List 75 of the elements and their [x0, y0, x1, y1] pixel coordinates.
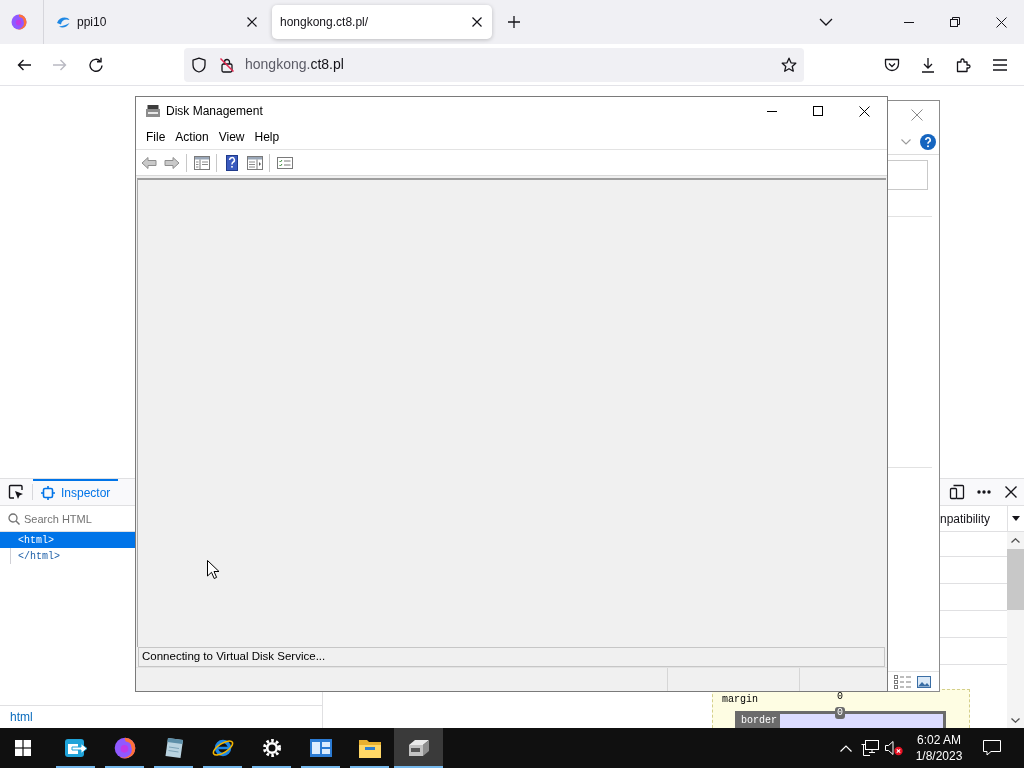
minimize-icon [904, 21, 914, 23]
menu-item[interactable]: Help [249, 126, 285, 148]
minimize-icon [767, 110, 777, 112]
window-card-icon [309, 739, 332, 757]
browser-tab[interactable]: ppi10 [46, 5, 262, 39]
gear-icon [261, 738, 282, 758]
chevron-down-icon [819, 18, 833, 26]
taskbar-button[interactable] [394, 728, 443, 768]
menu-item[interactable]: View [213, 126, 250, 148]
menu-item[interactable]: File [141, 126, 171, 148]
help-icon[interactable] [920, 133, 936, 150]
close-icon [472, 17, 482, 27]
chevron-up-icon [1011, 537, 1020, 543]
puzzle-icon [956, 56, 972, 73]
restore-icon [950, 17, 960, 27]
devices-icon [949, 484, 965, 500]
margin-value: 0 [837, 691, 843, 703]
dropdown-triangle-icon [1012, 516, 1020, 521]
star-icon[interactable] [781, 56, 797, 73]
browser-logo-icon [10, 14, 27, 30]
list-view-icon[interactable] [894, 674, 911, 689]
drive-icon [145, 104, 161, 118]
arrow-box-icon [63, 737, 88, 759]
chevron-down-icon[interactable] [901, 138, 911, 145]
clock-button[interactable]: 6:02 AM 1/8/2023 [906, 728, 972, 768]
markup-node[interactable]: <html> [0, 532, 135, 548]
plus-icon [507, 15, 521, 29]
cursor-square-icon [8, 484, 24, 500]
reload-icon [88, 56, 104, 73]
e-ring-icon [210, 737, 235, 759]
speaker-muted-icon [885, 740, 903, 756]
chevron-up-icon [840, 744, 852, 752]
status-message: Connecting to Virtual Disk Service... [138, 647, 885, 667]
border-value: 0 [835, 707, 845, 719]
address-field[interactable]: hongkong.ct8.pl [184, 47, 804, 82]
browser-tab[interactable]: hongkong.ct8.pl/ [272, 5, 492, 39]
pocket-icon [884, 57, 900, 72]
help-book-icon [225, 154, 238, 171]
drive-box-icon [407, 739, 430, 757]
window-title: Disk Management [166, 103, 263, 120]
close-icon [247, 17, 257, 27]
tree-pane-icon [193, 155, 210, 170]
monitor-icon [861, 740, 879, 756]
close-icon [858, 105, 870, 117]
download-icon [920, 56, 936, 73]
notebook-icon [163, 737, 184, 759]
menu-icon [992, 58, 1008, 71]
close-icon [911, 109, 923, 121]
close-icon [995, 16, 1007, 28]
breadcrumb-button[interactable]: html [6, 707, 37, 727]
margin-label: margin [722, 694, 758, 706]
search-icon [8, 512, 20, 525]
back-arrow-icon [140, 155, 157, 170]
shield-icon[interactable] [191, 56, 207, 73]
inspector-icon [41, 486, 55, 500]
search-field[interactable]: Search HTML [24, 507, 134, 530]
checklist-icon [276, 156, 293, 169]
speech-bubble-icon [983, 740, 1001, 756]
close-icon [1005, 486, 1017, 498]
sidebar-tab[interactable]: npatibility [939, 506, 990, 531]
picture-icon[interactable] [917, 675, 931, 688]
mouse-pointer-icon [207, 560, 219, 579]
menu-item[interactable]: Action [170, 126, 214, 148]
lock-slash-icon[interactable] [219, 56, 235, 73]
folder-icon [358, 738, 381, 758]
scrollbar-thumb[interactable] [1007, 549, 1024, 610]
ellipsis-icon [977, 490, 991, 494]
browser-logo-icon [113, 737, 136, 759]
chevron-down-icon [1011, 717, 1020, 723]
border-label: border [738, 714, 780, 728]
action-pane-icon [246, 155, 263, 170]
forward-arrow-icon [163, 155, 180, 170]
windows-logo-icon [15, 740, 31, 756]
maximize-icon [813, 106, 823, 116]
text-field[interactable] [888, 160, 928, 190]
